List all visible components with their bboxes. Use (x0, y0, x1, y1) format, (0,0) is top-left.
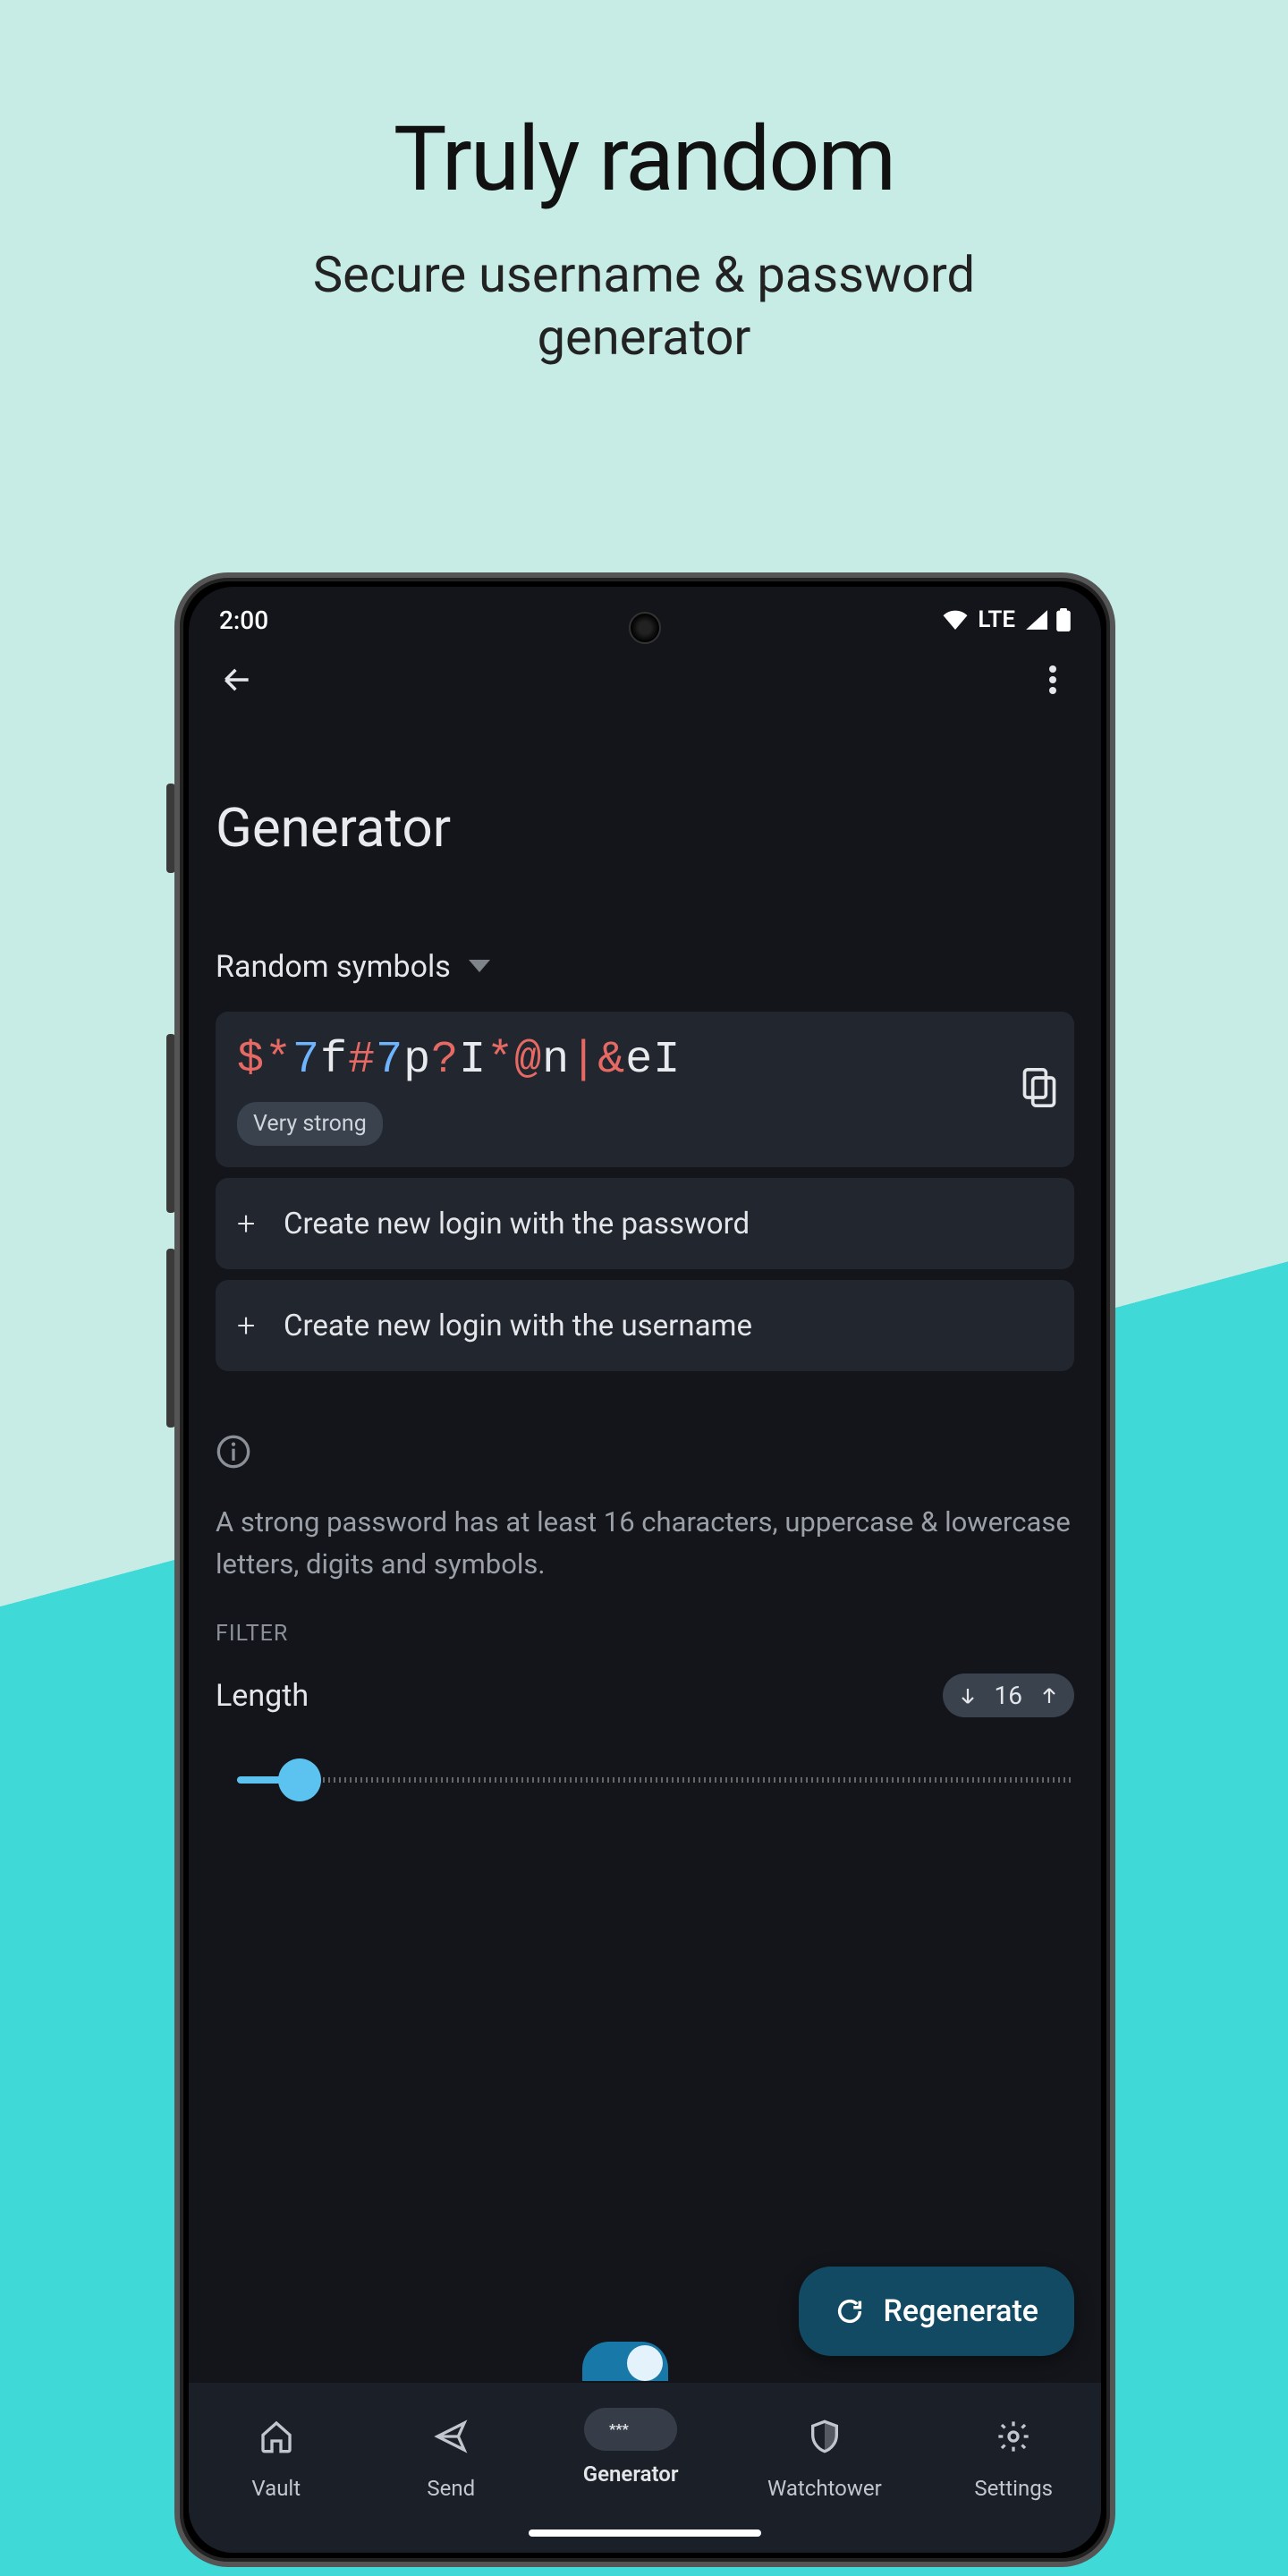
screen: 2:00 LTE Generator Random symbols (189, 587, 1101, 2553)
wifi-icon (942, 610, 969, 630)
signal-icon (1024, 610, 1047, 630)
mode-label: Random symbols (216, 949, 451, 985)
info-text: A strong password has at least 16 charac… (216, 1502, 1074, 1585)
content: Generator Random symbols $*7f#7p?I*@n|&e… (189, 716, 1101, 2383)
length-row: Length 16 (216, 1674, 1074, 1717)
network-label: LTE (978, 606, 1015, 633)
bottom-nav: Vault Send *** Generator Watchtower Sett… (189, 2383, 1101, 2553)
arrow-down-icon[interactable] (957, 1685, 979, 1707)
app-bar (189, 644, 1101, 716)
back-button[interactable] (216, 658, 258, 701)
phone-frame: 2:00 LTE Generator Random symbols (174, 572, 1115, 2567)
nav-watchtower[interactable]: Watchtower (767, 2408, 882, 2501)
create-login-password[interactable]: + Create new login with the password (216, 1178, 1074, 1269)
mode-dropdown[interactable]: Random symbols (216, 949, 1074, 985)
nav-label: Send (427, 2476, 475, 2501)
arrow-up-icon[interactable] (1038, 1685, 1060, 1707)
refresh-icon (835, 2296, 865, 2326)
slider-thumb[interactable] (278, 1758, 321, 1801)
password-card: $*7f#7p?I*@n|&eI Very strong (216, 1012, 1074, 1167)
svg-text:***: *** (609, 2420, 630, 2437)
generated-password: $*7f#7p?I*@n|&eI (237, 1035, 1053, 1086)
copy-button[interactable] (1022, 1068, 1056, 1111)
nav-generator[interactable]: *** Generator (583, 2408, 679, 2487)
strength-badge: Very strong (237, 1102, 383, 1146)
more-button[interactable] (1031, 658, 1074, 701)
create-login-username[interactable]: + Create new login with the username (216, 1280, 1074, 1371)
status-right: LTE (942, 606, 1071, 633)
regenerate-button[interactable]: Regenerate (799, 2267, 1074, 2356)
promo-header: Truly random Secure username & password … (0, 0, 1288, 369)
toggle-switch[interactable] (582, 2342, 668, 2381)
nav-label: Watchtower (767, 2476, 882, 2501)
length-slider[interactable] (216, 1762, 1074, 1798)
more-vert-icon (1049, 665, 1056, 694)
promo-subtitle: Secure username & password generator (0, 243, 1288, 369)
home-icon (258, 2419, 294, 2454)
length-value: 16 (995, 1681, 1022, 1710)
filter-section-label: FILTER (216, 1621, 1074, 1647)
length-label: Length (216, 1678, 309, 1714)
info-icon (216, 1434, 1074, 1473)
shield-icon (807, 2419, 843, 2454)
gear-icon (996, 2419, 1031, 2454)
plus-icon: + (237, 1205, 260, 1242)
nav-settings[interactable]: Settings (970, 2408, 1056, 2501)
send-icon (433, 2419, 469, 2454)
copy-icon (1022, 1068, 1056, 1107)
home-indicator[interactable] (529, 2529, 761, 2537)
nav-label: Settings (974, 2476, 1053, 2501)
nav-vault[interactable]: Vault (233, 2408, 319, 2501)
nav-send[interactable]: Send (408, 2408, 494, 2501)
camera-notch (629, 612, 661, 644)
slider-track (237, 1777, 1074, 1783)
regenerate-label: Regenerate (883, 2293, 1038, 2329)
asterisks-icon: *** (609, 2419, 652, 2440)
arrow-left-icon (220, 663, 254, 697)
nav-label: Vault (251, 2476, 301, 2501)
action-label: Create new login with the password (284, 1207, 750, 1241)
chevron-down-icon (469, 960, 490, 974)
action-label: Create new login with the username (284, 1309, 752, 1343)
battery-icon (1056, 608, 1071, 631)
promo-title: Truly random (0, 107, 1288, 212)
status-time: 2:00 (219, 606, 268, 635)
nav-label: Generator (583, 2462, 679, 2487)
length-stepper[interactable]: 16 (943, 1674, 1074, 1717)
page-title: Generator (216, 796, 1074, 860)
plus-icon: + (237, 1307, 260, 1344)
